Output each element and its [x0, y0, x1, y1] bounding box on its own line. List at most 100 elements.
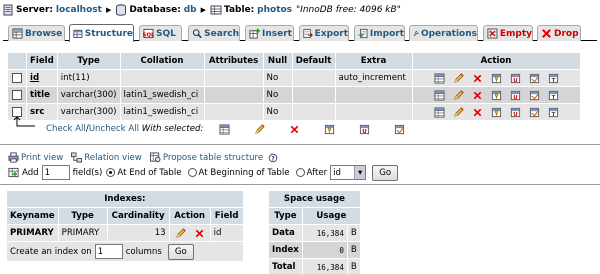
fulltext-icon[interactable]	[548, 73, 559, 84]
server-link[interactable]: localhost	[56, 5, 102, 15]
field-count-input[interactable]: 1	[41, 165, 70, 180]
fulltext-icon[interactable]	[548, 107, 559, 118]
space-unit: B	[347, 259, 360, 274]
field-default	[292, 70, 335, 86]
index-field: id	[210, 225, 243, 241]
help-icon[interactable]	[268, 153, 278, 163]
space-type: Total	[269, 259, 302, 274]
database-icon	[115, 4, 127, 16]
add-field-go-button[interactable]: Go	[372, 164, 399, 181]
database-link[interactable]: db	[184, 5, 197, 15]
table-link[interactable]: photos	[257, 5, 292, 15]
primary-selected-key-icon[interactable]	[324, 124, 335, 135]
field-null: No	[263, 70, 292, 86]
field-default	[292, 87, 335, 103]
uncheck-all-link[interactable]: Uncheck All	[89, 124, 139, 134]
index-icon[interactable]	[529, 73, 540, 84]
space-usage: 0	[302, 242, 347, 258]
browse-selected-icon[interactable]	[219, 124, 230, 135]
operations-icon	[413, 28, 419, 39]
field-extra	[335, 87, 412, 103]
space-usage: 16,384	[302, 259, 347, 274]
table-comment: "InnoDB free: 4096 kB"	[296, 5, 401, 15]
field-name: id	[27, 70, 57, 86]
insert-icon	[249, 28, 260, 39]
with-selected-label: With selected:	[141, 124, 204, 134]
space-type: Index	[269, 242, 302, 258]
fields-label: field(s)	[72, 167, 103, 178]
browse-distinct-icon[interactable]	[434, 90, 445, 101]
delete-x-icon[interactable]	[472, 90, 483, 101]
delete-x-icon[interactable]	[472, 107, 483, 118]
index-icon[interactable]	[529, 107, 540, 118]
server-label: Server:	[16, 5, 54, 15]
browse-distinct-icon[interactable]	[434, 107, 445, 118]
primary-key-icon[interactable]	[491, 73, 502, 84]
edit-pencil-icon[interactable]	[453, 90, 464, 101]
columns-label: columns	[125, 246, 162, 257]
table-row: title varchar(300) latin1_swedish_ci No	[8, 87, 580, 103]
col-header: Cardinality	[107, 208, 169, 224]
tab-browse[interactable]: Browse	[8, 25, 65, 41]
arrow-ltr-icon	[13, 116, 35, 127]
indexes-title: Indexes:	[7, 191, 243, 207]
edit-pencil-icon[interactable]	[453, 107, 464, 118]
tab-empty[interactable]: Empty	[483, 25, 533, 41]
index-icon[interactable]	[529, 90, 540, 101]
index-cardinality: 13	[107, 225, 169, 241]
field-type: varchar(300)	[57, 87, 120, 103]
drop-index-x-icon[interactable]	[194, 228, 205, 239]
tab-export[interactable]: Export	[299, 25, 349, 41]
radio-after[interactable]	[295, 168, 305, 177]
print-icon	[8, 152, 19, 163]
fulltext-icon[interactable]	[548, 90, 559, 101]
field-type: varchar(300)	[57, 104, 120, 120]
tab-structure[interactable]: Structure	[69, 24, 134, 42]
row-checkbox[interactable]	[12, 89, 22, 100]
primary-key-icon[interactable]	[491, 90, 502, 101]
table-row: Data 16,384 B	[269, 225, 360, 241]
table-label: Table:	[223, 5, 255, 15]
primary-key-icon[interactable]	[491, 107, 502, 118]
field-attributes	[204, 104, 263, 120]
radio-end-of-table[interactable]	[106, 168, 116, 177]
space-unit: B	[347, 225, 360, 241]
space-type: Data	[269, 225, 302, 241]
radio-beginning-of-table[interactable]	[187, 168, 197, 177]
col-header: Type	[58, 208, 107, 224]
edit-pencil-icon[interactable]	[453, 73, 464, 84]
bulk-actions	[219, 124, 405, 135]
space-unit: B	[347, 242, 360, 258]
unique-selected-icon[interactable]	[359, 124, 370, 135]
browse-distinct-icon[interactable]	[434, 73, 445, 84]
tab-operations[interactable]: Operations	[409, 25, 478, 41]
index-columns-input[interactable]: 1	[94, 244, 123, 259]
field-default	[292, 104, 335, 120]
relation-view-link[interactable]: Relation view	[84, 153, 142, 163]
delete-selected-x-icon[interactable]	[289, 124, 300, 135]
col-header: Default	[292, 53, 335, 69]
unique-icon[interactable]	[510, 73, 521, 84]
tab-drop[interactable]: Drop	[537, 25, 581, 41]
propose-structure-link[interactable]: Propose table structure	[163, 153, 263, 163]
tab-import[interactable]: Import	[354, 25, 405, 41]
check-all-link[interactable]: Check All	[46, 124, 86, 134]
unique-icon[interactable]	[510, 107, 521, 118]
print-view-link[interactable]: Print view	[21, 153, 63, 163]
unique-icon[interactable]	[510, 90, 521, 101]
chevron-down-icon: ▾	[354, 166, 366, 179]
index-selected-icon[interactable]	[394, 124, 405, 135]
col-header: Null	[263, 53, 292, 69]
tab-search[interactable]: Search	[188, 25, 240, 41]
tab-insert[interactable]: Insert	[245, 25, 294, 41]
separator-icon: ▶	[105, 6, 112, 14]
edit-index-pencil-icon[interactable]	[175, 228, 186, 239]
export-icon	[303, 28, 313, 39]
delete-x-icon[interactable]	[472, 73, 483, 84]
row-checkbox[interactable]	[12, 72, 22, 83]
edit-selected-pencil-icon[interactable]	[254, 124, 265, 135]
create-index-go-button[interactable]: Go	[167, 243, 194, 260]
tab-sql[interactable]: SQL	[139, 25, 182, 41]
structure-icon	[73, 28, 83, 39]
after-field-select[interactable]: id ▾	[330, 165, 367, 180]
